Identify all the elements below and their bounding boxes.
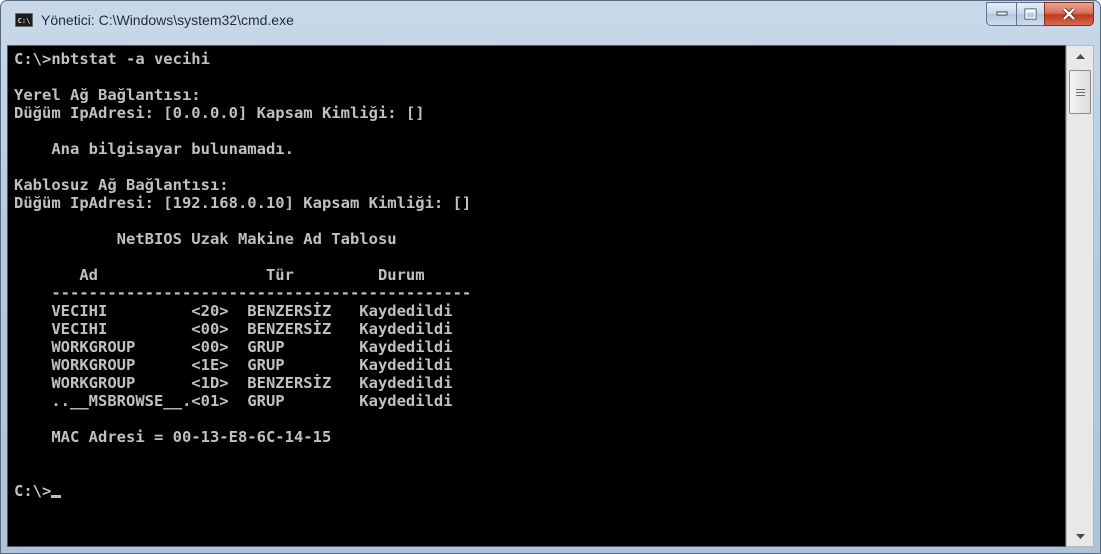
thumb-grip-line (1076, 92, 1085, 93)
scroll-down-arrow-icon (1075, 533, 1085, 539)
console-line: C:\>nbtstat -a vecihi (14, 50, 210, 68)
scroll-down-button[interactable] (1067, 526, 1093, 546)
console-line: VECIHI <20> BENZERSİZ Kaydedildi (14, 302, 453, 320)
cmd-window: C:\ Yönetici: C:\Windows\system32\cmd.ex… (0, 0, 1101, 554)
minimize-button[interactable] (986, 2, 1016, 26)
console-line: ----------------------------------------… (14, 284, 472, 302)
close-icon (1062, 8, 1076, 20)
vertical-scrollbar[interactable] (1066, 45, 1094, 547)
title-bar[interactable]: C:\ Yönetici: C:\Windows\system32\cmd.ex… (1, 1, 1100, 45)
console-line: Ad Tür Durum (14, 266, 425, 284)
prompt-text: C:\> (14, 482, 52, 500)
cmd-app-icon[interactable]: C:\ (15, 13, 33, 27)
console-line: MAC Adresi = 00-13-E8-6C-14-15 (14, 428, 332, 446)
scroll-up-arrow-icon (1075, 53, 1085, 59)
close-button[interactable] (1044, 2, 1094, 26)
console-line: Kablosuz Ağ Bağlantısı: (14, 176, 229, 194)
text-cursor (51, 495, 62, 498)
scroll-thumb[interactable] (1069, 70, 1091, 114)
console-line: Yerel Ağ Bağlantısı: (14, 86, 201, 104)
thumb-grip-line (1076, 95, 1085, 96)
console-line: WORKGROUP <1E> GRUP Kaydedildi (14, 356, 453, 374)
maximize-button[interactable] (1016, 2, 1044, 26)
thumb-grip-line (1076, 89, 1085, 90)
console-line: VECIHI <00> BENZERSİZ Kaydedildi (14, 320, 453, 338)
console-line: ..__MSBROWSE__.<01> GRUP Kaydedildi (14, 392, 453, 410)
console-line: Ana bilgisayar bulunamadı. (14, 140, 294, 158)
console-line: WORKGROUP <00> GRUP Kaydedildi (14, 338, 453, 356)
maximize-icon (1024, 8, 1037, 20)
console-line: NetBIOS Uzak Makine Ad Tablosu (14, 230, 397, 248)
console-line: WORKGROUP <1D> BENZERSİZ Kaydedildi (14, 374, 453, 392)
window-title: Yönetici: C:\Windows\system32\cmd.exe (41, 12, 294, 28)
scroll-up-button[interactable] (1067, 46, 1093, 66)
console-line: Düğüm IpAdresi: [192.168.0.10] Kapsam Ki… (14, 194, 472, 212)
caption-buttons (986, 2, 1094, 26)
minimize-icon (996, 11, 1007, 16)
console-output[interactable]: C:\>nbtstat -a vecihi Yerel Ağ Bağlantıs… (7, 45, 1066, 547)
console-line: Düğüm IpAdresi: [0.0.0.0] Kapsam Kimliği… (14, 104, 425, 122)
prompt-line: C:\> (14, 482, 62, 500)
